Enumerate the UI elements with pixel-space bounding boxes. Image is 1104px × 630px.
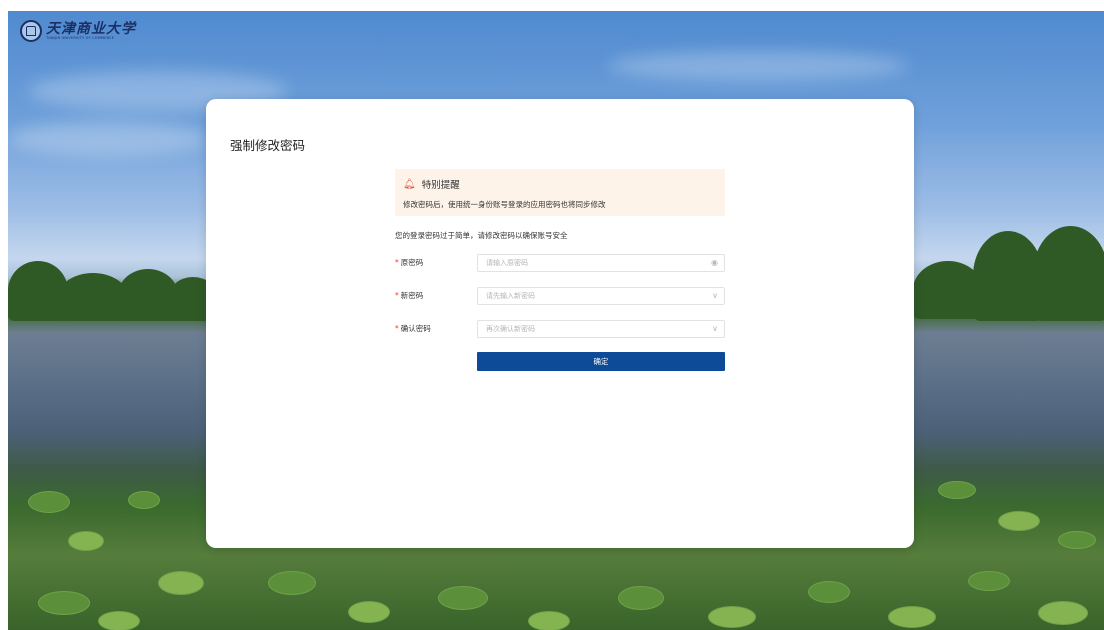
confirm-button[interactable]: 确定	[477, 352, 725, 371]
university-seal-icon	[20, 20, 42, 42]
password-change-card: 强制修改密码 🔔︎ 特别提醒 修改密码后，使用统一身份账号登录的应用密码也将同步…	[206, 99, 914, 548]
eye-icon[interactable]: ◉	[711, 255, 718, 271]
chevron-down-icon[interactable]: ∨	[712, 321, 718, 337]
old-password-placeholder: 请输入原密码	[486, 259, 528, 267]
required-mark: *	[395, 291, 399, 300]
new-password-row: * 新密码 请先输入新密码 ∨	[395, 287, 725, 305]
university-name-en: TIANJIN UNIVERSITY OF COMMERCE	[46, 35, 115, 40]
notice-body: 修改密码后，使用统一身份账号登录的应用密码也将同步修改	[403, 200, 606, 209]
old-password-label: * 原密码	[395, 258, 424, 267]
chevron-down-icon[interactable]: ∨	[712, 288, 718, 304]
confirm-password-row: * 确认密码 再次确认新密码 ∨	[395, 320, 725, 338]
page-title: 强制修改密码	[230, 138, 306, 153]
notice-box: 🔔︎ 特别提醒 修改密码后，使用统一身份账号登录的应用密码也将同步修改	[395, 169, 725, 216]
old-password-input[interactable]: 请输入原密码 ◉	[477, 254, 725, 272]
required-mark: *	[395, 258, 399, 267]
university-logo: 天津商业大学 TIANJIN UNIVERSITY OF COMMERCE	[20, 20, 136, 42]
new-password-input[interactable]: 请先输入新密码 ∨	[477, 287, 725, 305]
confirm-password-label: * 确认密码	[395, 324, 431, 333]
old-password-row: * 原密码 请输入原密码 ◉	[395, 254, 725, 272]
bell-icon: 🔔︎	[403, 178, 416, 190]
new-password-placeholder: 请先输入新密码	[486, 292, 535, 300]
university-name-cn: 天津商业大学	[46, 20, 136, 37]
confirm-password-input[interactable]: 再次确认新密码 ∨	[477, 320, 725, 338]
confirm-password-placeholder: 再次确认新密码	[486, 325, 535, 333]
required-mark: *	[395, 324, 399, 333]
security-hint: 您的登录密码过于简单，请修改密码以确保账号安全	[395, 231, 568, 240]
new-password-label: * 新密码	[395, 291, 424, 300]
notice-heading: 特别提醒	[421, 180, 460, 191]
